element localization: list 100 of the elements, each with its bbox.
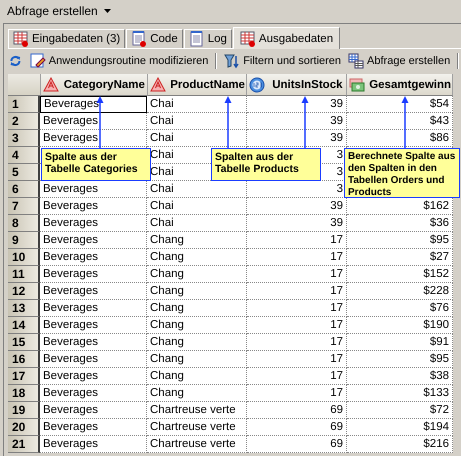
callout: Spalte aus der Tabelle Categories — [41, 148, 151, 181]
table-cell: Chang — [147, 232, 247, 249]
table-cell: 39 — [247, 113, 347, 130]
table-cell: Chang — [147, 317, 247, 334]
row-number: 16 — [8, 351, 40, 368]
row-number: 3 — [8, 130, 40, 147]
table-cell: Chang — [147, 266, 247, 283]
table-cell: Chartreuse verte — [147, 402, 247, 419]
row-number: 12 — [8, 283, 40, 300]
arrow — [401, 96, 409, 148]
number-icon — [249, 76, 266, 92]
query-menu[interactable]: Abfrage erstellen — [7, 4, 98, 18]
column-header[interactable]: Gesamtgewinn — [347, 74, 454, 96]
table-cell: Chai — [147, 215, 247, 232]
table-cell: 17 — [247, 249, 347, 266]
table-cell: Beverages — [40, 351, 147, 368]
row-number: 17 — [8, 368, 40, 385]
tab[interactable]: Ausgabedaten — [232, 27, 340, 49]
table-cell: Beverages — [40, 130, 147, 147]
table-icon — [348, 53, 364, 69]
table-icon — [240, 30, 256, 46]
row-number: 10 — [8, 249, 40, 266]
table-cell: $43 — [347, 113, 453, 130]
table-cell: $36 — [347, 215, 453, 232]
row-number: 7 — [8, 198, 40, 215]
table-cell: Chang — [147, 300, 247, 317]
header-corner — [8, 74, 41, 96]
row-number: 15 — [8, 334, 40, 351]
table-cell: 39 — [247, 130, 347, 147]
toolbar-button[interactable]: Anwendungsroutine modifizieren — [28, 53, 210, 69]
table-cell: Chai — [147, 130, 247, 147]
arrow — [224, 96, 232, 148]
table-cell: Chai — [147, 181, 247, 198]
table-cell: Beverages — [40, 181, 147, 198]
table-cell: Beverages — [40, 215, 147, 232]
row-number: 20 — [8, 419, 40, 436]
table-cell: Beverages — [40, 368, 147, 385]
table-cell: $38 — [347, 368, 453, 385]
money-icon — [349, 78, 366, 92]
table-cell: Beverages — [40, 266, 147, 283]
table-cell: 69 — [247, 419, 347, 436]
column-header[interactable]: ProductName — [148, 74, 248, 96]
tab[interactable]: Eingabedaten (3) — [8, 29, 126, 48]
row-number: 1 — [8, 96, 40, 113]
row-number: 4 — [8, 147, 40, 164]
table-cell: Chai — [147, 96, 247, 113]
table-cell: 17 — [247, 266, 347, 283]
table-cell: $152 — [347, 266, 453, 283]
triangle-icon — [150, 77, 166, 92]
table-cell: Beverages — [40, 436, 147, 453]
table-cell: Beverages — [40, 198, 147, 215]
table-cell: Beverages — [40, 419, 147, 436]
table-cell: $216 — [347, 436, 453, 453]
table-cell: 17 — [247, 385, 347, 402]
table-cell: 39 — [247, 198, 347, 215]
row-number: 14 — [8, 317, 40, 334]
table-cell: Beverages — [40, 334, 147, 351]
table-cell: Chang — [147, 351, 247, 368]
table-cell: Beverages — [40, 96, 147, 113]
row-number: 18 — [8, 385, 40, 402]
table-cell: $133 — [347, 385, 453, 402]
triangle-icon — [42, 77, 59, 92]
column-header[interactable]: UnitsInStock — [247, 74, 348, 96]
tab[interactable]: Code — [126, 29, 183, 48]
table-cell: Chang — [147, 368, 247, 385]
row-number: 9 — [8, 232, 40, 249]
table-cell: $86 — [347, 130, 453, 147]
edit-icon — [30, 53, 46, 69]
table-cell: 17 — [247, 317, 347, 334]
toolbar-button[interactable]: Abfrage erstellen — [346, 53, 452, 69]
table-cell: Chang — [147, 249, 247, 266]
callout: Spalten aus der Tabelle Products — [211, 148, 321, 181]
table-cell: $162 — [347, 198, 453, 215]
row-number: 21 — [8, 436, 40, 453]
table-cell: 69 — [247, 436, 347, 453]
toolbar-button[interactable]: Filtern und sortieren — [222, 53, 344, 69]
table-cell: 39 — [247, 96, 347, 113]
refresh-icon[interactable] — [9, 53, 22, 69]
table-cell: 17 — [247, 351, 347, 368]
row-number: 11 — [8, 266, 40, 283]
column-header[interactable]: CategoryName — [40, 74, 148, 96]
table-cell: Chang — [147, 283, 247, 300]
row-number: 6 — [8, 181, 40, 198]
table-cell: $194 — [347, 419, 453, 436]
table-cell: Beverages — [40, 317, 147, 334]
table-cell: $54 — [347, 96, 453, 113]
table-cell: Beverages — [40, 385, 147, 402]
table-cell: Chang — [147, 334, 247, 351]
table-cell: 39 — [247, 215, 347, 232]
table-cell: Chartreuse verte — [147, 419, 247, 436]
table-cell: Chai — [147, 113, 247, 130]
arrow — [301, 96, 309, 148]
tab[interactable]: Log — [184, 29, 232, 48]
table-cell: $190 — [347, 317, 453, 334]
caret-icon[interactable] — [104, 9, 111, 13]
callout: Berechnete Spalte aus den Spalten in den Tabellen Orders und Products — [344, 148, 460, 198]
table-cell: Chang — [147, 385, 247, 402]
table-cell: 17 — [247, 300, 347, 317]
row-number: 2 — [8, 113, 40, 130]
table-cell: $27 — [347, 249, 453, 266]
